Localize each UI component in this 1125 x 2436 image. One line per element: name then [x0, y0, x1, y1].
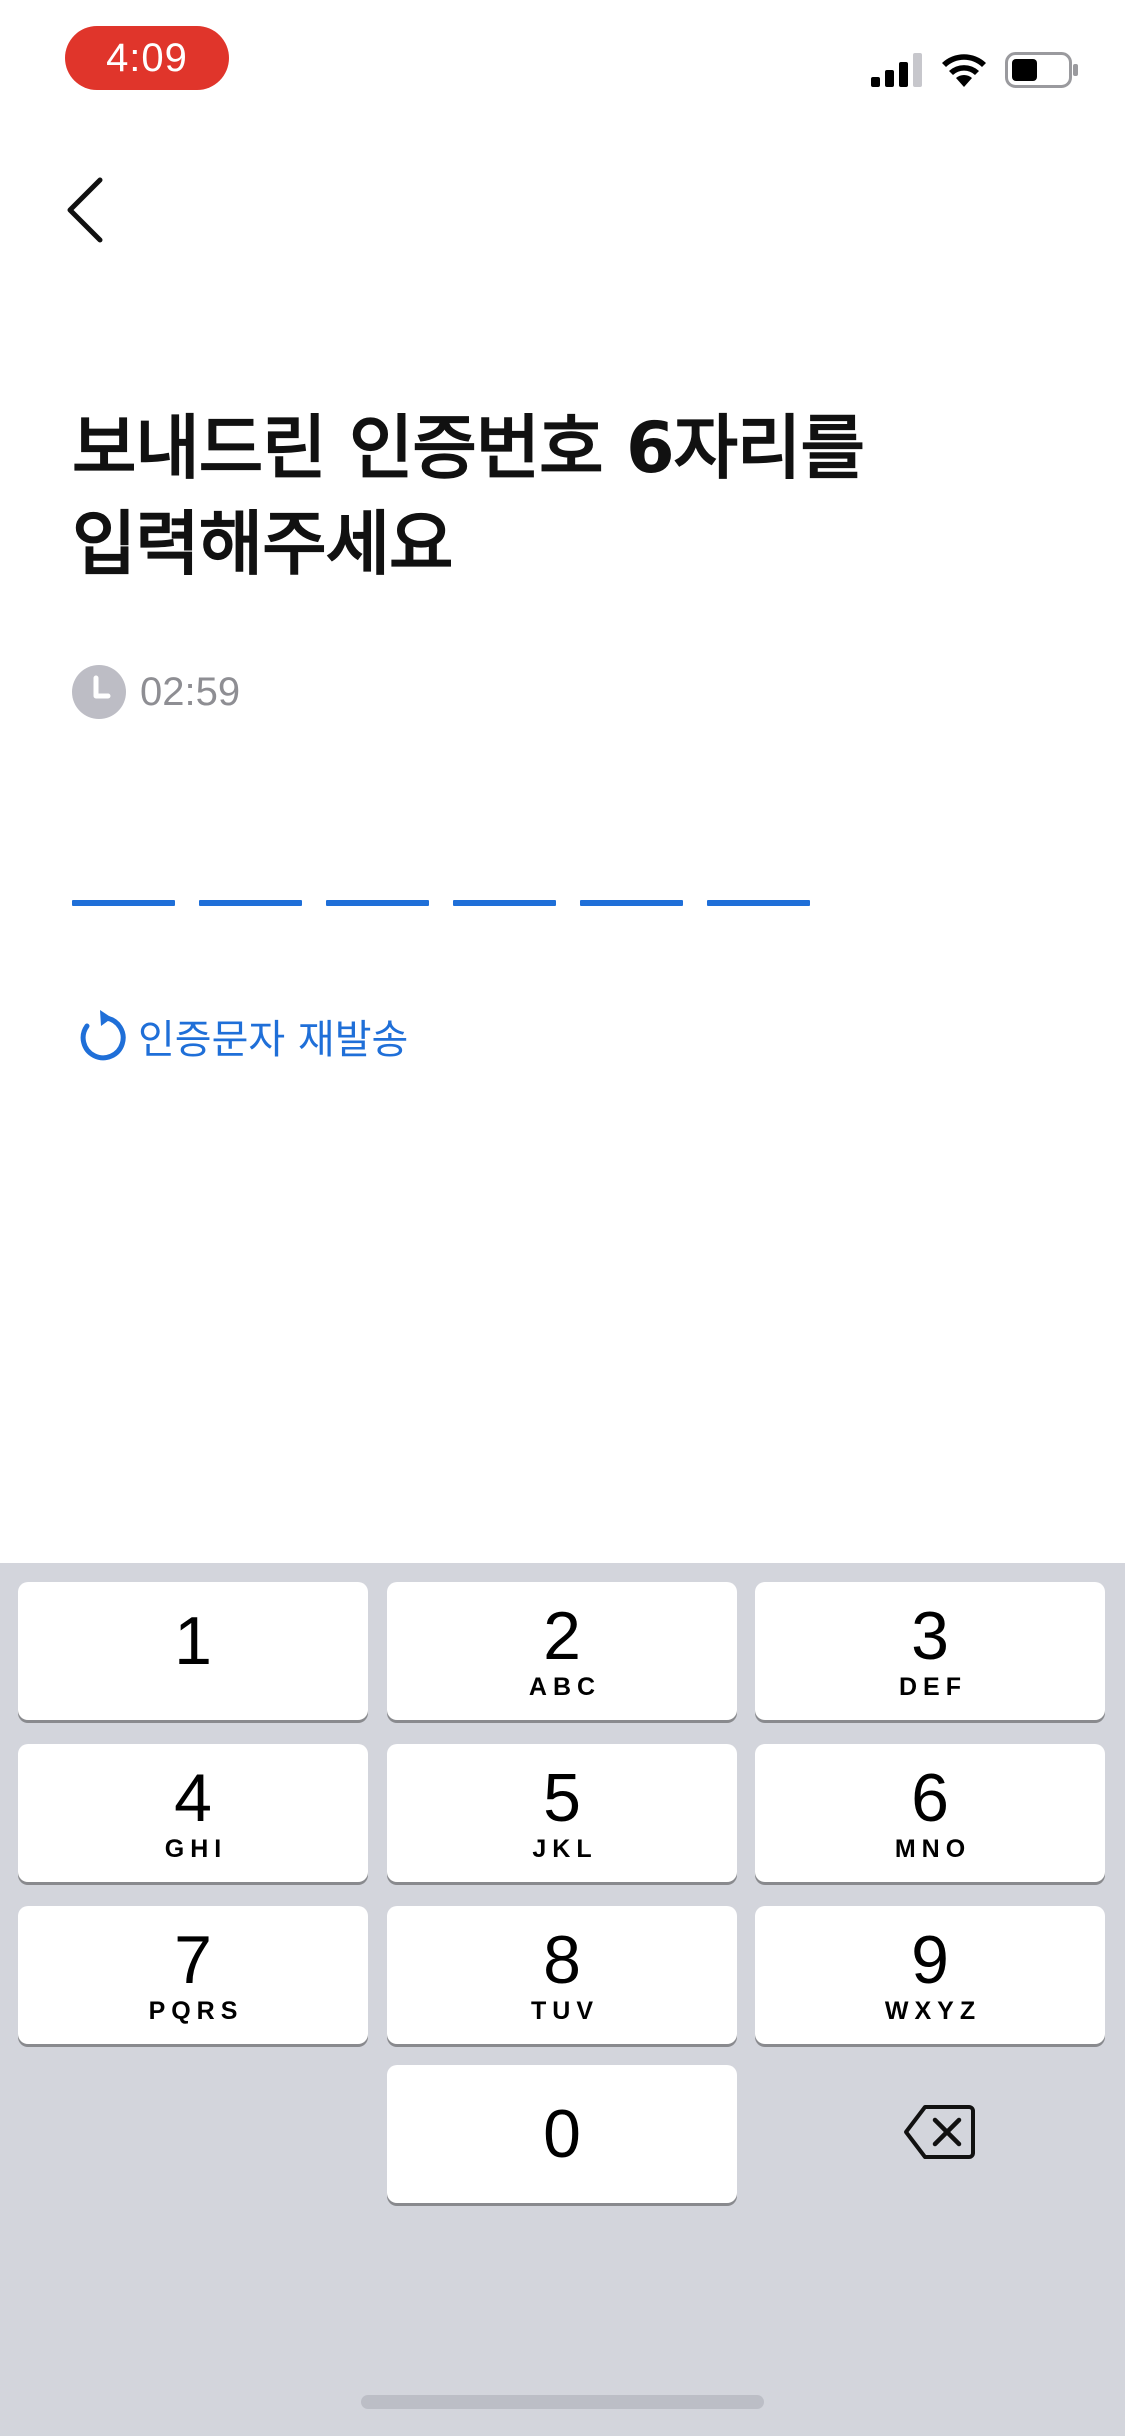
page-title-line1: 보내드린 인증번호 6자리를 [72, 407, 865, 489]
key-digit: 2 [543, 1597, 581, 1674]
wifi-icon [942, 54, 986, 87]
key-letters: GHI [164, 1834, 228, 1863]
back-button[interactable] [62, 170, 122, 250]
numeric-keypad: 1 2 ABC 3 DEF 4 GHI 5 JKL 6 MNO 7 PQRS 8… [0, 1563, 1125, 2436]
key-digit: 3 [911, 1597, 949, 1674]
code-slot-2[interactable] [199, 900, 302, 906]
key-7[interactable]: 7 PQRS [18, 1906, 368, 2044]
code-slot-3[interactable] [326, 900, 429, 906]
code-slot-6[interactable] [707, 900, 810, 906]
key-letters: DEF [899, 1672, 967, 1701]
key-letters: MNO [894, 1834, 972, 1863]
timer: 02:59 [72, 664, 240, 720]
clock-icon [72, 665, 126, 719]
code-input[interactable] [72, 900, 810, 906]
code-slot-5[interactable] [580, 900, 683, 906]
backspace-icon [904, 2105, 975, 2159]
key-3[interactable]: 3 DEF [755, 1582, 1105, 1720]
key-letters: ABC [528, 1672, 602, 1701]
chevron-left-icon [67, 177, 103, 243]
key-digit: 4 [174, 1759, 212, 1836]
resend-button[interactable]: 인증문자 재발송 [76, 1004, 408, 1068]
key-2[interactable]: 2 ABC [387, 1582, 737, 1720]
key-digit: 8 [543, 1921, 581, 1998]
code-slot-1[interactable] [72, 900, 175, 906]
key-letters: PQRS [148, 1996, 244, 2025]
timer-text: 02:59 [140, 669, 241, 714]
key-0[interactable]: 0 [387, 2065, 737, 2203]
code-slot-4[interactable] [453, 900, 556, 906]
key-1[interactable]: 1 [18, 1582, 368, 1720]
key-digit: 5 [543, 1759, 581, 1836]
key-5[interactable]: 5 JKL [387, 1744, 737, 1882]
key-8[interactable]: 8 TUV [387, 1906, 737, 2044]
key-digit: 9 [911, 1921, 949, 1998]
key-digit: 7 [174, 1921, 212, 1998]
key-letters: WXYZ [884, 1996, 982, 2025]
battery-icon [1005, 52, 1078, 88]
refresh-icon [80, 1010, 126, 1061]
key-9[interactable]: 9 WXYZ [755, 1906, 1105, 2044]
resend-label: 인증문자 재발송 [138, 1017, 409, 1063]
key-letters: TUV [531, 1996, 599, 2025]
status-time: 4:09 [65, 26, 229, 90]
key-letters: JKL [532, 1834, 598, 1863]
key-4[interactable]: 4 GHI [18, 1744, 368, 1882]
page-title-line2: 입력해주세요 [72, 503, 453, 585]
home-indicator[interactable] [361, 2395, 764, 2409]
page-title: 보내드린 인증번호 6자리를 입력해주세요 [72, 400, 1072, 592]
cellular-signal-icon [871, 53, 922, 87]
key-digit: 0 [543, 2096, 581, 2172]
status-icons [871, 48, 1079, 92]
key-digit: 1 [174, 1603, 212, 1679]
key-6[interactable]: 6 MNO [755, 1744, 1105, 1882]
key-digit: 6 [911, 1759, 949, 1836]
backspace-button[interactable] [874, 2063, 1004, 2201]
